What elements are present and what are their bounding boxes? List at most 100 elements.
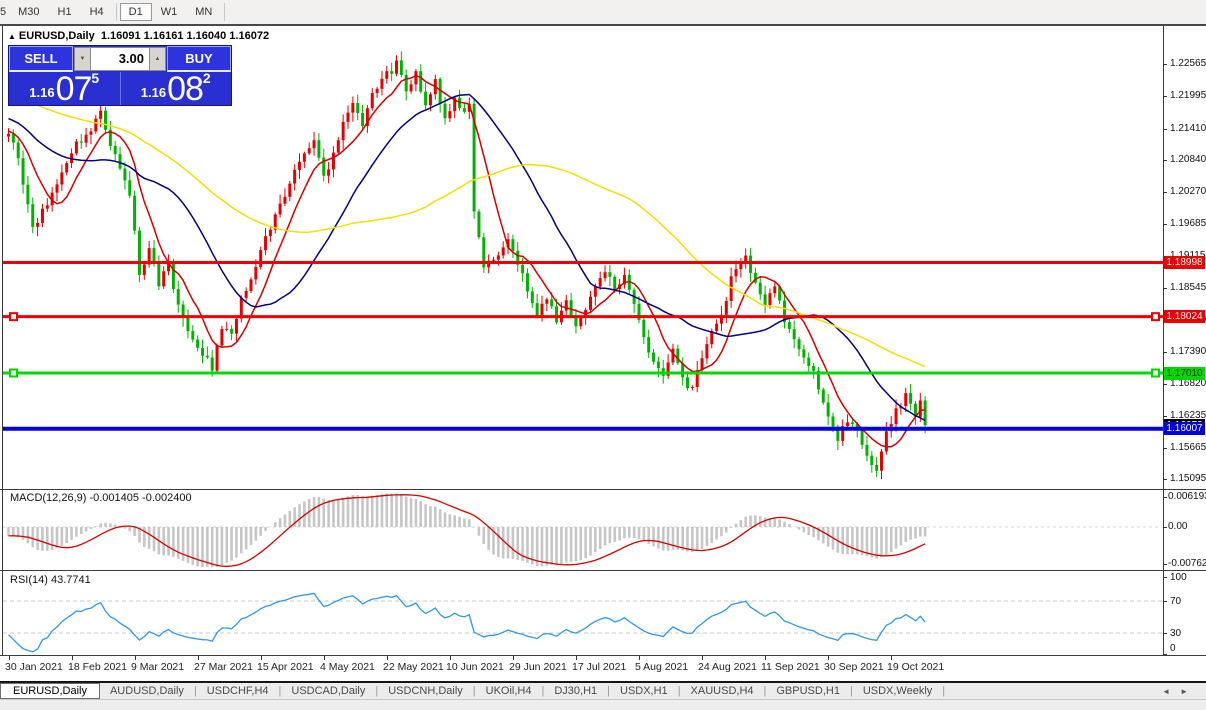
- date-axis-tick: [828, 656, 829, 660]
- price-axis-tick: [1163, 352, 1167, 353]
- date-axis-label: 27 Mar 2021: [194, 661, 253, 673]
- date-axis-label: 22 May 2021: [383, 661, 444, 673]
- tab-scroll-arrows[interactable]: ◄►: [1162, 687, 1206, 696]
- chart-left-border: [2, 26, 3, 655]
- sell-quote-big: 07: [56, 74, 92, 104]
- date-axis-tick: [765, 656, 766, 660]
- chart-tab-usdx-weekly[interactable]: USDX,Weekly: [853, 684, 942, 698]
- rsi-label: RSI(14) 43.7741: [10, 574, 91, 586]
- line-handle[interactable]: [10, 313, 17, 320]
- date-axis-tick: [450, 656, 451, 660]
- volume-decrease-button[interactable]: ▼: [74, 47, 91, 71]
- buy-quote[interactable]: 1.16 08 2: [120, 72, 232, 105]
- date-axis-label: 4 May 2021: [320, 661, 375, 673]
- macd-axis-label: 0.006193: [1168, 491, 1206, 502]
- timeframe-button-d1[interactable]: D1: [120, 3, 152, 21]
- price-level-tag-1.18024: 1.18024: [1164, 310, 1205, 323]
- timeframe-button-h1[interactable]: H1: [49, 3, 81, 21]
- rsi-axis-label: 70: [1170, 596, 1181, 607]
- price-axis-tick: [1163, 416, 1167, 417]
- date-axis-tick: [639, 656, 640, 660]
- date-axis-label: 17 Jul 2021: [572, 661, 626, 673]
- chart-tab-audusd-daily[interactable]: AUDUSD,Daily: [100, 684, 194, 698]
- date-axis-label: 19 Oct 2021: [887, 661, 944, 673]
- chart-tab-usdcnh-daily[interactable]: USDCNH,Daily: [378, 684, 473, 698]
- date-axis-label: 29 Jun 2021: [509, 661, 567, 673]
- price-axis-tick: [1163, 288, 1167, 289]
- timeframe-button-5[interactable]: 5: [0, 3, 9, 21]
- buy-quote-prefix: 1.16: [141, 85, 166, 100]
- chart-tab-dj30-h1[interactable]: DJ30,H1: [544, 684, 607, 698]
- price-axis-tick: [1163, 384, 1167, 385]
- rsi-indicator-canvas[interactable]: [3, 571, 1163, 655]
- chart-title: ▲EURUSD,Daily 1.16091 1.16161 1.16040 1.…: [8, 30, 232, 42]
- date-axis-label: 5 Aug 2021: [635, 661, 688, 673]
- line-handle[interactable]: [10, 370, 17, 377]
- price-axis-tick: [1163, 64, 1167, 65]
- date-axis-label: 15 Apr 2021: [257, 661, 314, 673]
- one-click-trading-panel: ▲EURUSD,Daily 1.16091 1.16161 1.16040 1.…: [8, 30, 232, 106]
- collapse-arrow-icon[interactable]: ▲: [8, 32, 16, 41]
- line-handle[interactable]: [1152, 313, 1159, 320]
- sell-quote[interactable]: 1.16 07 5: [9, 72, 120, 105]
- macd-axis-tick: [1163, 564, 1167, 565]
- line-handle[interactable]: [1152, 370, 1159, 377]
- price-axis-line[interactable]: [1163, 26, 1164, 655]
- rsi-axis-label: 100: [1170, 572, 1187, 583]
- date-axis-tick: [387, 656, 388, 660]
- timeframe-button-h4[interactable]: H4: [81, 3, 113, 21]
- date-axis-tick: [135, 656, 136, 660]
- rsi-axis-tick: [1163, 577, 1167, 578]
- sell-quote-pip: 5: [91, 70, 99, 86]
- date-axis-tick: [324, 656, 325, 660]
- rsi-line: [9, 593, 926, 651]
- moving-average-60[interactable]: [9, 97, 926, 366]
- price-axis-tick: [1163, 192, 1167, 193]
- macd-rsi-separator[interactable]: [0, 570, 1206, 571]
- date-axis-label: 30 Jan 2021: [5, 661, 63, 673]
- chart-tab-ukoil-h4[interactable]: UKOil,H4: [476, 684, 542, 698]
- rsi-axis-tick: [1163, 654, 1167, 655]
- macd-axis-tick: [1163, 497, 1167, 498]
- candles[interactable]: [7, 51, 927, 479]
- chart-tab-eurusd-daily[interactable]: EURUSD,Daily: [0, 683, 100, 699]
- chart-tab-gbpusd-h1[interactable]: GBPUSD,H1: [766, 684, 850, 698]
- toolbar-separator: [116, 3, 117, 21]
- date-axis-label: 10 Jun 2021: [446, 661, 504, 673]
- price-axis-label: 1.21995: [1170, 90, 1206, 101]
- price-axis-label: 1.17390: [1170, 346, 1206, 357]
- chart-tab-bar: EURUSD,DailyAUDUSD,Daily|USDCHF,H4|USDCA…: [0, 683, 1206, 699]
- main-macd-separator[interactable]: [0, 489, 1206, 490]
- chart-tab-usdcad-daily[interactable]: USDCAD,Daily: [281, 684, 375, 698]
- date-axis-label: 11 Sep 2021: [761, 661, 820, 673]
- timeframe-button-m30[interactable]: M30: [9, 3, 48, 21]
- volume-stepper: ▼ 3.00 ▲: [74, 47, 166, 71]
- price-axis-label: 1.20840: [1170, 154, 1206, 165]
- price-axis-label: 1.22565: [1170, 58, 1206, 69]
- date-axis-label: 18 Feb 2021: [68, 661, 127, 673]
- date-axis-tick: [702, 656, 703, 660]
- chart-tab-xauusd-h4[interactable]: XAUUSD,H4: [681, 684, 764, 698]
- rsi-axis-tick: [1163, 601, 1167, 602]
- chart-tab-usdx-h1[interactable]: USDX,H1: [610, 684, 678, 698]
- date-axis-tick: [198, 656, 199, 660]
- volume-increase-button[interactable]: ▲: [149, 47, 166, 71]
- timeframe-button-w1[interactable]: W1: [152, 3, 187, 21]
- chart-ohlc-values: 1.16091 1.16161 1.16040 1.16072: [101, 30, 269, 42]
- price-level-tag-1.16007: 1.16007: [1164, 422, 1205, 435]
- price-axis-label: 1.19685: [1170, 218, 1206, 229]
- chart-bottom-axis-line: [0, 655, 1206, 656]
- buy-quote-big: 08: [167, 74, 203, 104]
- date-axis-tick: [891, 656, 892, 660]
- date-axis-tick: [9, 656, 10, 660]
- buy-button[interactable]: BUY: [167, 46, 231, 72]
- sell-quote-prefix: 1.16: [29, 85, 54, 100]
- macd-axis-tick: [1163, 527, 1167, 528]
- timeframe-button-mn[interactable]: MN: [186, 3, 221, 21]
- sell-button[interactable]: SELL: [9, 46, 73, 72]
- volume-value[interactable]: 3.00: [91, 47, 149, 71]
- date-axis-tick: [72, 656, 73, 660]
- macd-signal-line: [9, 495, 926, 567]
- date-axis-label: 30 Sep 2021: [824, 661, 884, 673]
- chart-tab-usdchf-h4[interactable]: USDCHF,H4: [197, 684, 279, 698]
